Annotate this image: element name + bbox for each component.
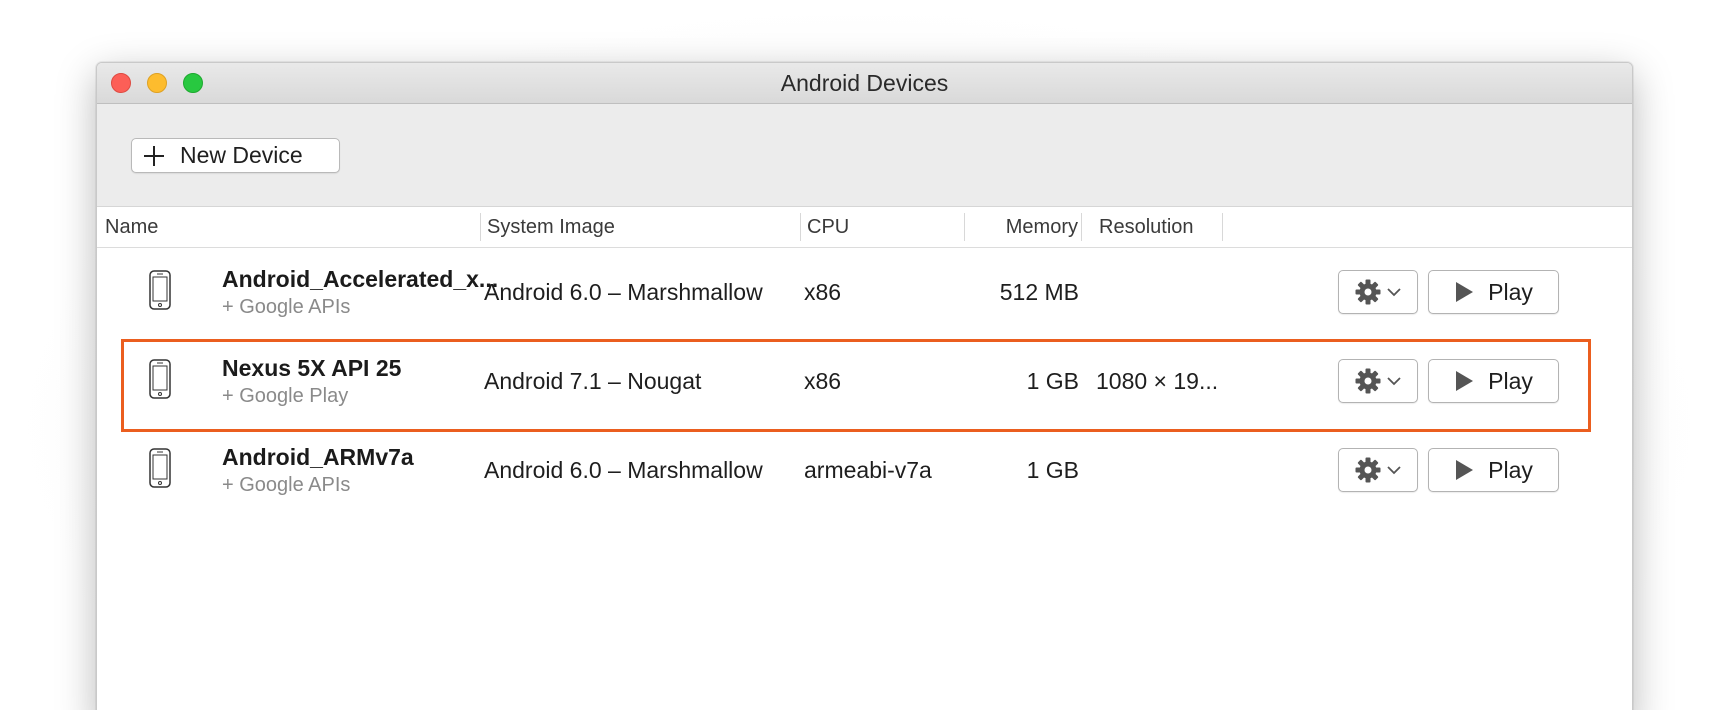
play-icon	[1456, 460, 1474, 480]
device-resolution	[1096, 248, 1221, 337]
device-cpu: x86	[804, 279, 842, 305]
plus-icon	[144, 145, 164, 166]
gear-icon	[1355, 368, 1381, 394]
device-system-image: Android 7.1 – Nougat	[484, 368, 702, 394]
android-devices-window: Android Devices New Device Name System I…	[96, 62, 1633, 710]
phone-icon	[149, 359, 171, 399]
device-memory: 512 MB	[999, 279, 1079, 305]
device-name: Nexus 5X API 25	[222, 355, 402, 381]
device-system-image: Android 6.0 – Marshmallow	[484, 279, 763, 305]
phone-icon	[149, 270, 171, 310]
play-label: Play	[1488, 278, 1533, 305]
column-separator[interactable]	[1081, 213, 1082, 241]
device-name: Android_ARMv7a	[222, 444, 414, 470]
chevron-down-icon	[1387, 288, 1401, 297]
toolbar: New Device	[97, 104, 1632, 207]
device-system-image: Android 6.0 – Marshmallow	[484, 457, 763, 483]
device-name: Android_Accelerated_x...	[222, 266, 499, 292]
play-button[interactable]: Play	[1428, 448, 1559, 492]
play-label: Play	[1488, 367, 1533, 394]
device-memory: 1 GB	[1026, 457, 1079, 483]
column-header-cpu[interactable]: CPU	[807, 207, 849, 247]
device-addon: + Google Play	[222, 385, 349, 407]
gear-icon	[1355, 279, 1381, 305]
new-device-label: New Device	[180, 142, 303, 168]
device-cpu: armeabi-v7a	[804, 457, 932, 483]
device-row-selected[interactable]: Nexus 5X API 25 + Google Play Android 7.…	[97, 337, 1632, 432]
phone-icon	[149, 448, 171, 488]
device-memory: 1 GB	[1026, 368, 1079, 394]
window-title: Android Devices	[780, 70, 949, 96]
device-row[interactable]: Android_ARMv7a + Google APIs Android 6.0…	[97, 426, 1632, 515]
column-header-resolution[interactable]: Resolution	[1099, 207, 1194, 247]
play-icon	[1456, 282, 1474, 302]
device-list: Android_Accelerated_x... + Google APIs A…	[97, 248, 1632, 515]
device-addon: + Google APIs	[222, 296, 351, 318]
play-icon	[1456, 371, 1474, 391]
column-separator[interactable]	[800, 213, 801, 241]
column-header-system-image[interactable]: System Image	[487, 207, 615, 247]
device-row[interactable]: Android_Accelerated_x... + Google APIs A…	[97, 248, 1632, 337]
device-resolution: 1080 × 19...	[1096, 368, 1219, 394]
device-resolution	[1096, 426, 1221, 515]
column-separator[interactable]	[964, 213, 965, 241]
device-settings-menu-button[interactable]	[1338, 448, 1418, 492]
table-header: Name System Image CPU Memory Resolution	[97, 207, 1632, 248]
play-button[interactable]: Play	[1428, 359, 1559, 403]
device-settings-menu-button[interactable]	[1338, 270, 1418, 314]
gear-icon	[1355, 457, 1381, 483]
device-addon: + Google APIs	[222, 474, 351, 496]
column-header-memory[interactable]: Memory	[971, 207, 1078, 247]
column-separator[interactable]	[1222, 213, 1223, 241]
column-separator[interactable]	[480, 213, 481, 241]
new-device-button[interactable]: New Device	[131, 138, 340, 173]
title-bar[interactable]: Android Devices	[97, 63, 1632, 104]
device-settings-menu-button[interactable]	[1338, 359, 1418, 403]
chevron-down-icon	[1387, 377, 1401, 386]
chevron-down-icon	[1387, 466, 1401, 475]
stage: Android Devices New Device Name System I…	[0, 0, 1720, 710]
device-cpu: x86	[804, 368, 842, 394]
play-button[interactable]: Play	[1428, 270, 1559, 314]
play-label: Play	[1488, 456, 1533, 483]
column-header-name[interactable]: Name	[105, 207, 158, 247]
